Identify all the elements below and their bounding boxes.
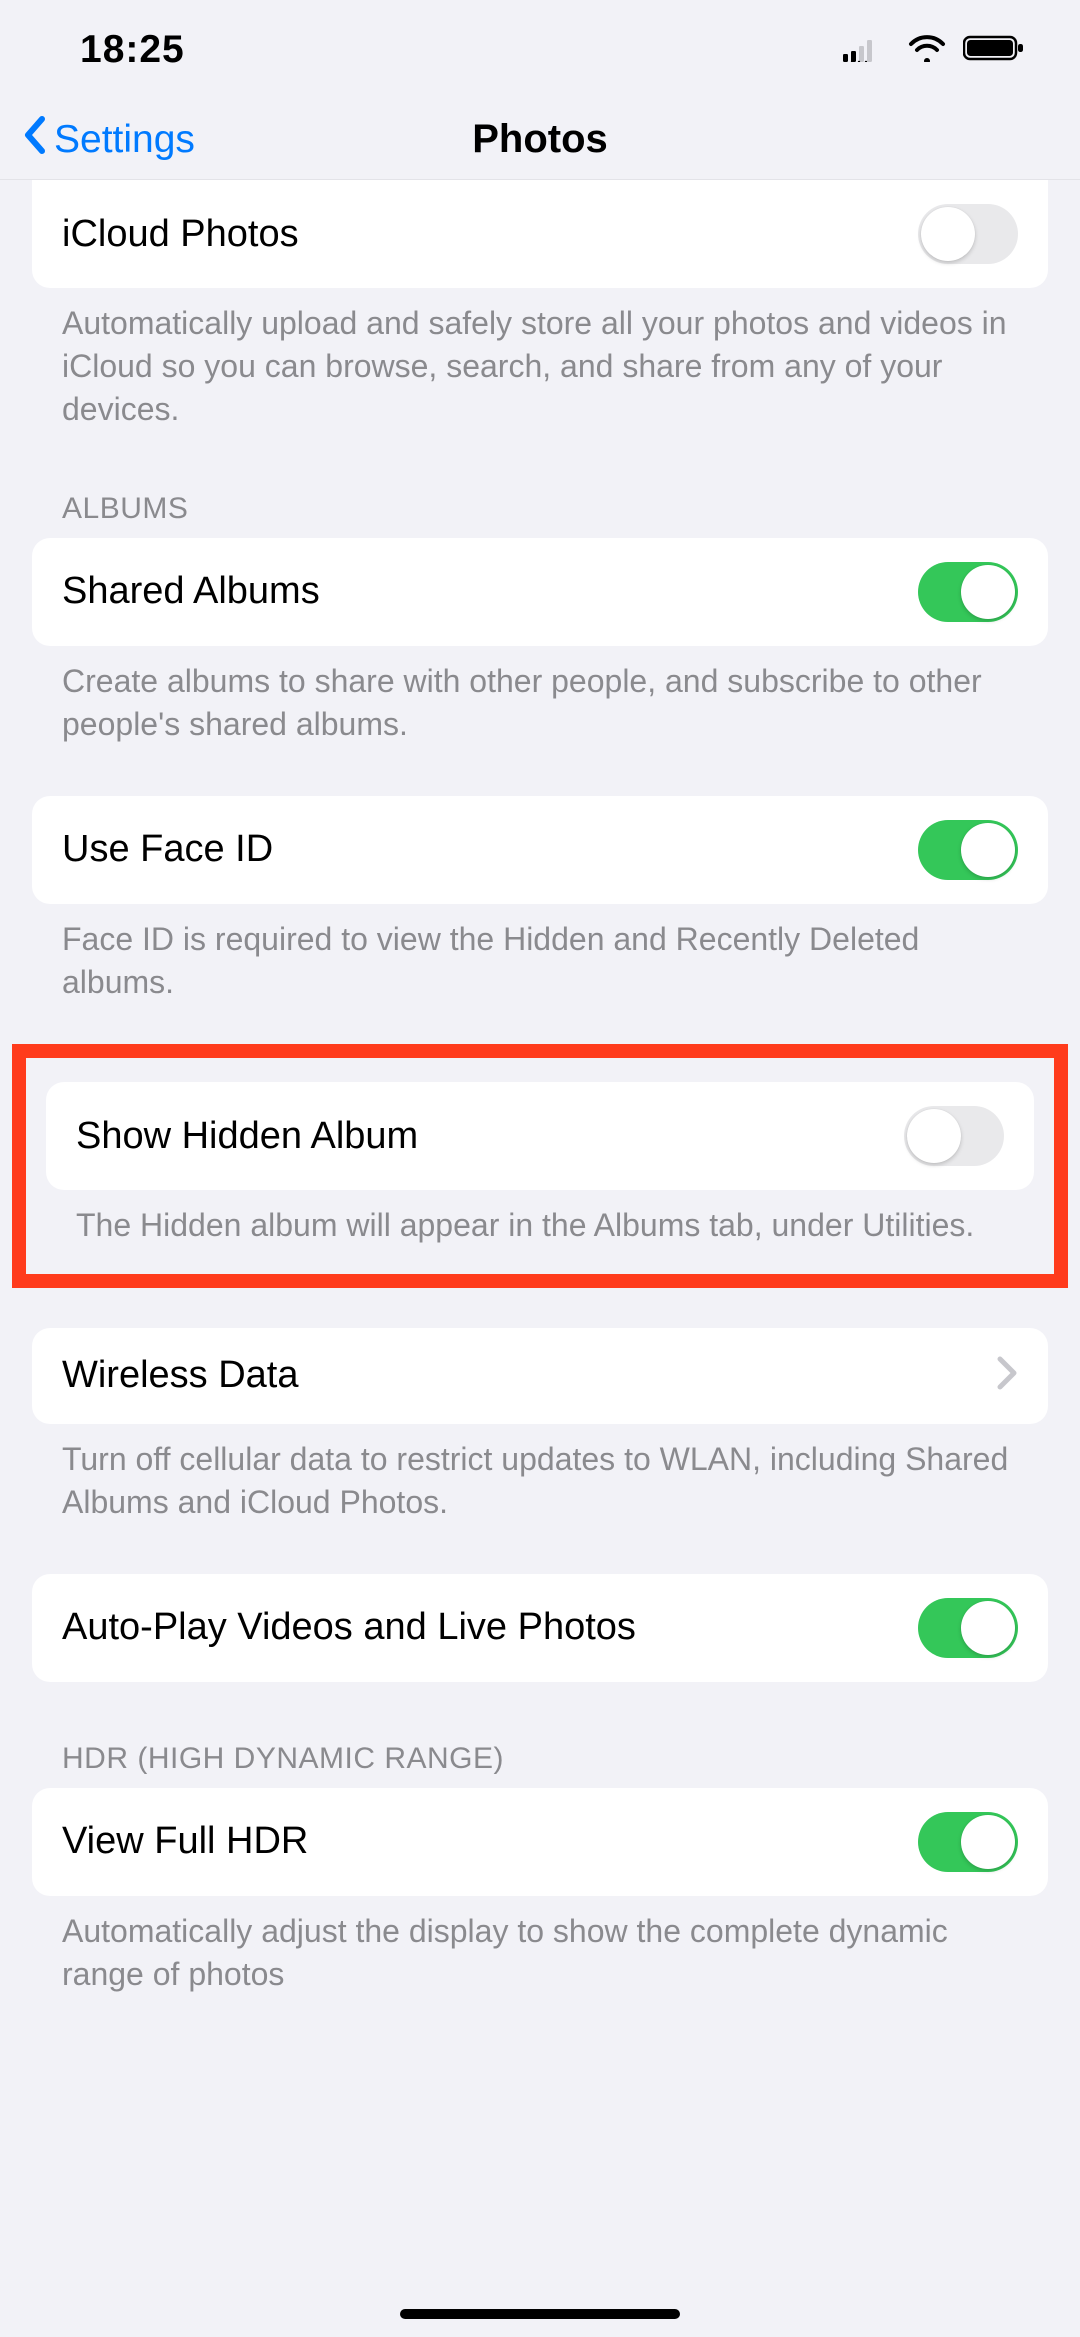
autoplay-row[interactable]: Auto-Play Videos and Live Photos: [32, 1574, 1048, 1682]
use-face-id-toggle[interactable]: [918, 820, 1018, 880]
icloud-photos-footer: Automatically upload and safely store al…: [32, 288, 1048, 432]
shared-albums-label: Shared Albums: [62, 570, 320, 613]
status-time: 18:25: [80, 28, 185, 72]
chevron-right-icon: [996, 1355, 1018, 1396]
cellular-icon: [843, 34, 891, 67]
back-label: Settings: [54, 118, 195, 162]
nav-bar: Settings Photos: [0, 100, 1080, 180]
back-button[interactable]: Settings: [22, 115, 195, 165]
icloud-photos-toggle[interactable]: [918, 204, 1018, 264]
view-full-hdr-toggle[interactable]: [918, 1812, 1018, 1872]
highlight-box: Show Hidden Album The Hidden album will …: [12, 1044, 1068, 1287]
use-face-id-footer: Face ID is required to view the Hidden a…: [32, 904, 1048, 1004]
icloud-photos-row[interactable]: iCloud Photos: [32, 180, 1048, 288]
autoplay-toggle[interactable]: [918, 1598, 1018, 1658]
view-full-hdr-label: View Full HDR: [62, 1820, 308, 1863]
home-indicator: [400, 2309, 680, 2319]
autoplay-label: Auto-Play Videos and Live Photos: [62, 1606, 636, 1649]
use-face-id-row[interactable]: Use Face ID: [32, 796, 1048, 904]
wireless-data-footer: Turn off cellular data to restrict updat…: [32, 1424, 1048, 1524]
wifi-icon: [907, 34, 947, 67]
battery-icon: [963, 34, 1025, 67]
albums-section-header: ALBUMS: [32, 432, 1048, 538]
wireless-data-label: Wireless Data: [62, 1354, 299, 1397]
shared-albums-toggle[interactable]: [918, 562, 1018, 622]
shared-albums-row[interactable]: Shared Albums: [32, 538, 1048, 646]
view-full-hdr-footer: Automatically adjust the display to show…: [32, 1896, 1048, 1996]
show-hidden-album-row[interactable]: Show Hidden Album: [46, 1082, 1034, 1190]
view-full-hdr-row[interactable]: View Full HDR: [32, 1788, 1048, 1896]
use-face-id-label: Use Face ID: [62, 828, 273, 871]
chevron-left-icon: [22, 115, 48, 165]
show-hidden-album-toggle[interactable]: [904, 1106, 1004, 1166]
show-hidden-album-label: Show Hidden Album: [76, 1115, 418, 1158]
status-bar: 18:25: [0, 0, 1080, 100]
status-right: [843, 34, 1025, 67]
wireless-data-row[interactable]: Wireless Data: [32, 1328, 1048, 1424]
icloud-photos-label: iCloud Photos: [62, 213, 299, 256]
hdr-section-header: HDR (HIGH DYNAMIC RANGE): [32, 1682, 1048, 1788]
show-hidden-album-footer: The Hidden album will appear in the Albu…: [46, 1190, 1034, 1253]
shared-albums-footer: Create albums to share with other people…: [32, 646, 1048, 746]
